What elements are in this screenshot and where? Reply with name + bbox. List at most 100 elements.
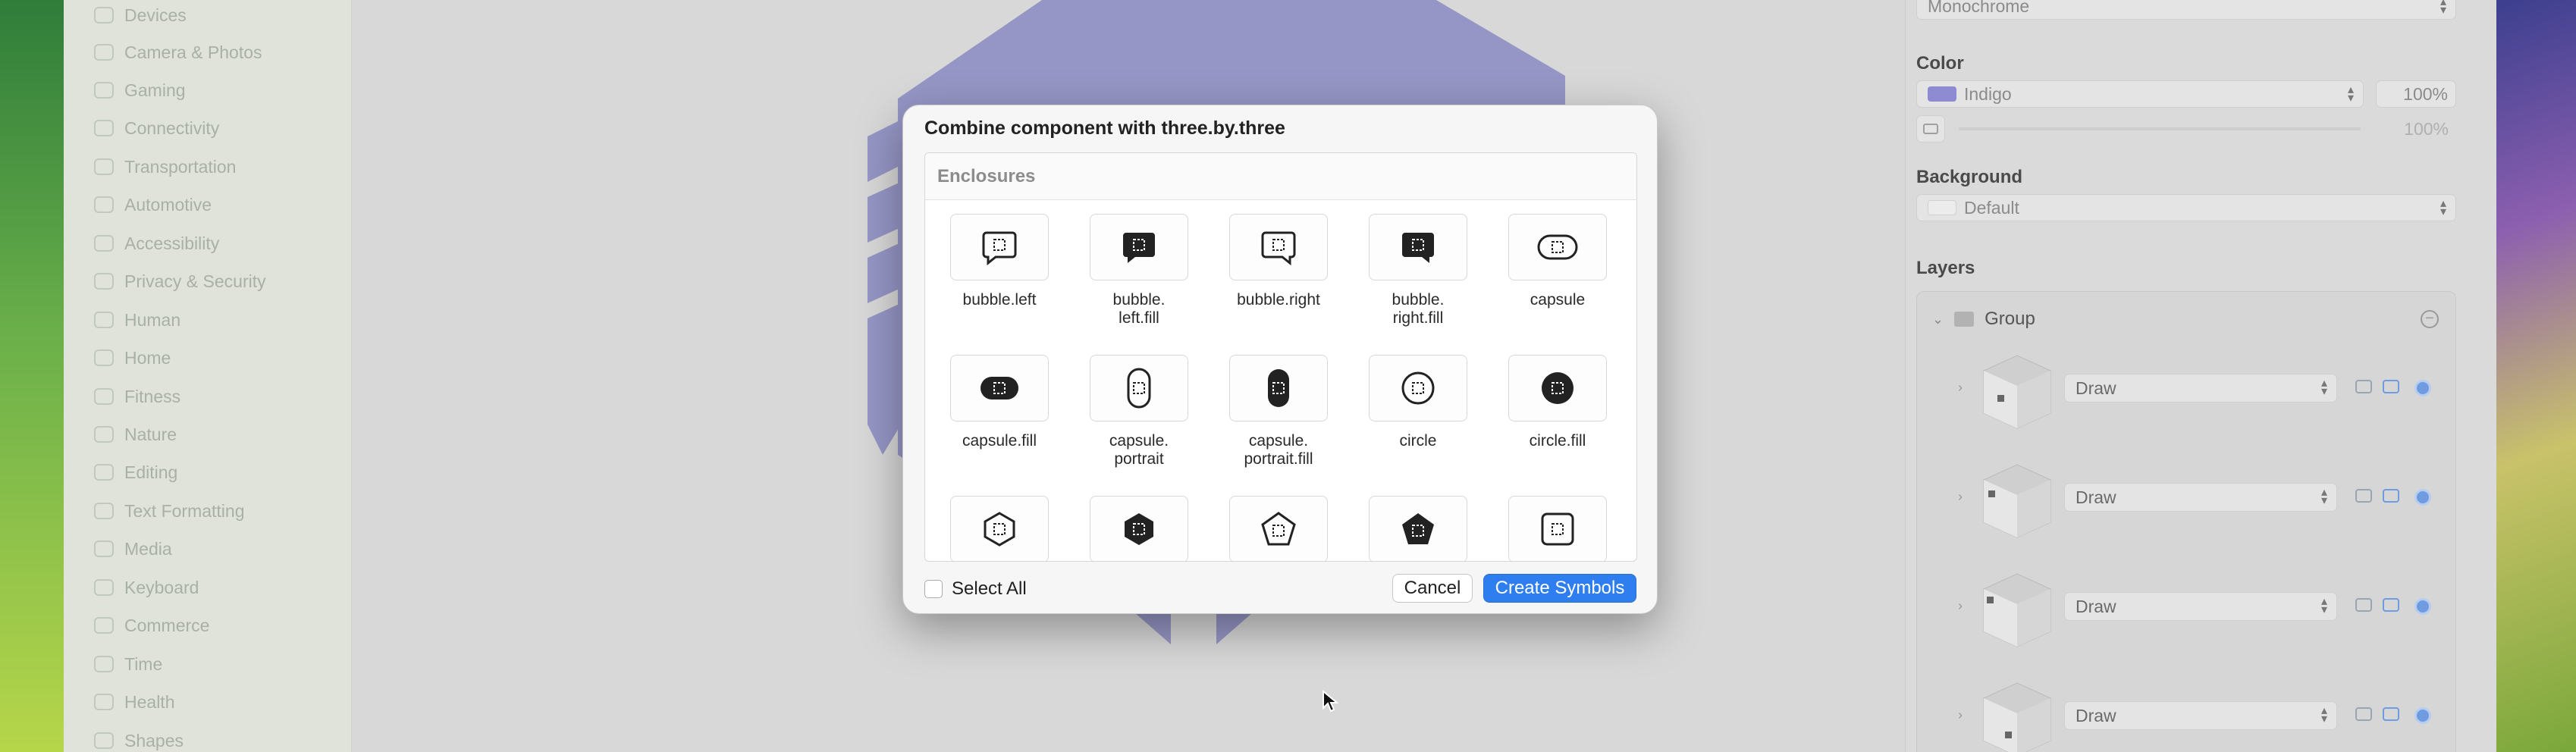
rendering-mode-popup[interactable]: Monochrome ▴ ▾	[1916, 0, 2456, 20]
sidebar-item-label: Privacy & Security	[124, 271, 266, 291]
sidebar-item-editing[interactable]: Editing	[94, 457, 177, 487]
color-opacity-field[interactable]: 100%	[2376, 80, 2456, 108]
select-all-checkbox[interactable]: Select All	[924, 578, 1027, 600]
symbol-tile[interactable]	[1229, 355, 1328, 421]
sidebar-item-human[interactable]: Human	[94, 305, 180, 335]
symbol-pentagon-fill[interactable]	[1365, 496, 1471, 561]
circle-fill-icon	[1542, 372, 1574, 404]
symbol-circle-fill[interactable]: circle.fill	[1504, 355, 1611, 450]
sidebar-item-accessibility[interactable]: Accessibility	[94, 228, 219, 258]
layer-mode-value: Draw	[2076, 596, 2116, 616]
symbol-tile[interactable]	[1090, 355, 1188, 421]
symbol-picker: Enclosures bubble.left bubble. left.fill…	[924, 152, 1637, 562]
secondary-color-button[interactable]	[1916, 115, 1945, 143]
symbol-tile[interactable]	[1090, 496, 1188, 561]
layer-row[interactable]: › Draw ▴ ▾	[1917, 556, 2457, 662]
sidebar-item-privacy-security[interactable]: Privacy & Security	[94, 266, 266, 296]
color-label: Color	[1916, 53, 1964, 74]
sidebar-item-commerce[interactable]: Commerce	[94, 610, 209, 641]
duplicate-icon[interactable]	[2355, 598, 2372, 612]
layer-visibility-icon[interactable]	[2414, 598, 2431, 615]
sidebar-item-label: Devices	[124, 5, 187, 25]
duplicate-icon[interactable]	[2355, 489, 2372, 503]
symbol-hexagon[interactable]	[946, 496, 1053, 561]
layer-mode-popup[interactable]: Draw ▴ ▾	[2064, 483, 2337, 512]
symbol-tile[interactable]	[1369, 214, 1467, 280]
duplicate-icon[interactable]	[2355, 707, 2372, 721]
symbol-tile[interactable]	[1229, 496, 1328, 561]
background-value: Default	[1964, 197, 2019, 218]
chevron-right-icon[interactable]: ›	[1958, 380, 1963, 396]
sidebar-item-automotive[interactable]: Automotive	[94, 190, 212, 220]
color-layer-icon[interactable]	[2383, 707, 2399, 721]
symbol-tile[interactable]	[950, 496, 1049, 561]
chevron-right-icon[interactable]: ›	[1958, 707, 1963, 723]
sidebar-item-home[interactable]: Home	[94, 343, 171, 373]
symbol-tile[interactable]	[1369, 355, 1467, 421]
symbol-tile[interactable]	[1508, 355, 1607, 421]
figure-icon	[94, 388, 114, 405]
symbol-pentagon[interactable]	[1225, 496, 1332, 561]
symbol-tile[interactable]	[1508, 496, 1607, 561]
sidebar-item-media[interactable]: Media	[94, 534, 172, 564]
layer-row[interactable]: › Draw ▴ ▾	[1917, 665, 2457, 752]
duplicate-icon[interactable]	[2355, 380, 2372, 393]
layer-mode-popup[interactable]: Draw ▴ ▾	[2064, 701, 2337, 730]
symbol-tile[interactable]	[1090, 214, 1188, 280]
chevron-right-icon[interactable]: ›	[1958, 598, 1963, 614]
symbol-hexagon-fill[interactable]	[1086, 496, 1192, 561]
sidebar-item-keyboard[interactable]: Keyboard	[94, 572, 199, 603]
sidebar-item-text-formatting[interactable]: Text Formatting	[94, 496, 245, 526]
layer-group-row[interactable]: ⌄ Group	[1932, 309, 2035, 330]
symbol-bubble-left[interactable]: bubble.left	[946, 214, 1053, 309]
symbol-tile[interactable]	[1229, 214, 1328, 280]
color-layer-icon[interactable]	[2383, 598, 2399, 612]
color-layer-icon[interactable]	[2383, 489, 2399, 503]
remove-layer-icon[interactable]: −	[2421, 310, 2439, 328]
layer-row[interactable]: › Draw ▴ ▾	[1917, 446, 2457, 553]
layer-mode-popup[interactable]: Draw ▴ ▾	[2064, 592, 2337, 621]
layer-row[interactable]: › Draw ▴ ▾	[1917, 337, 2457, 443]
symbol-capsule[interactable]: capsule	[1504, 214, 1611, 309]
symbol-capsule-portrait-fill[interactable]: capsule. portrait.fill	[1225, 355, 1332, 468]
symbol-bubble-right[interactable]: bubble.right	[1225, 214, 1332, 309]
sidebar-item-health[interactable]: Health	[94, 687, 174, 717]
capsule-portrait-icon	[1127, 368, 1151, 409]
sidebar-item-time[interactable]: Time	[94, 649, 162, 679]
cancel-button[interactable]: Cancel	[1392, 574, 1473, 603]
chevron-right-icon[interactable]: ›	[1958, 489, 1963, 505]
color-popup[interactable]: Indigo ▴ ▾	[1916, 80, 2364, 108]
layer-visibility-icon[interactable]	[2414, 380, 2431, 396]
layer-mode-popup[interactable]: Draw ▴ ▾	[2064, 374, 2337, 403]
sidebar-item-fitness[interactable]: Fitness	[94, 381, 180, 412]
secondary-opacity-field[interactable]: 100%	[2376, 115, 2456, 143]
sidebar-item-nature[interactable]: Nature	[94, 419, 177, 450]
symbol-bubble-left-fill[interactable]: bubble. left.fill	[1086, 214, 1192, 327]
color-layer-icon[interactable]	[2383, 380, 2399, 393]
sidebar-item-transportation[interactable]: Transportation	[94, 152, 236, 182]
sidebar-item-shapes[interactable]: Shapes	[94, 725, 184, 752]
sidebar-item-connectivity[interactable]: Connectivity	[94, 113, 219, 143]
create-symbols-button[interactable]: Create Symbols	[1483, 574, 1636, 603]
secondary-opacity-slider[interactable]	[1959, 127, 2361, 130]
sidebar-item-devices[interactable]: Devices	[94, 0, 187, 30]
checkbox-box[interactable]	[924, 580, 943, 598]
symbol-bubble-right-fill[interactable]: bubble. right.fill	[1365, 214, 1471, 327]
sidebar-item-gaming[interactable]: Gaming	[94, 75, 186, 105]
heart-icon	[94, 694, 114, 710]
symbol-square[interactable]	[1504, 496, 1611, 561]
symbol-name: bubble.right	[1237, 291, 1320, 309]
layer-visibility-icon[interactable]	[2414, 489, 2431, 506]
sidebar-item-camera-photos[interactable]: Camera & Photos	[94, 37, 262, 67]
symbol-tile[interactable]	[950, 214, 1049, 280]
symbol-circle[interactable]: circle	[1365, 355, 1471, 450]
symbol-tile[interactable]	[1508, 214, 1607, 280]
background-popup[interactable]: Default ▴ ▾	[1916, 194, 2456, 221]
symbol-tile[interactable]	[1369, 496, 1467, 561]
sidebar-item-label: Home	[124, 347, 171, 368]
symbol-capsule-fill[interactable]: capsule.fill	[946, 355, 1053, 450]
symbol-tile[interactable]	[950, 355, 1049, 421]
layer-visibility-icon[interactable]	[2414, 707, 2431, 724]
sidebar-item-label: Media	[124, 538, 172, 559]
symbol-capsule-portrait[interactable]: capsule. portrait	[1086, 355, 1192, 468]
